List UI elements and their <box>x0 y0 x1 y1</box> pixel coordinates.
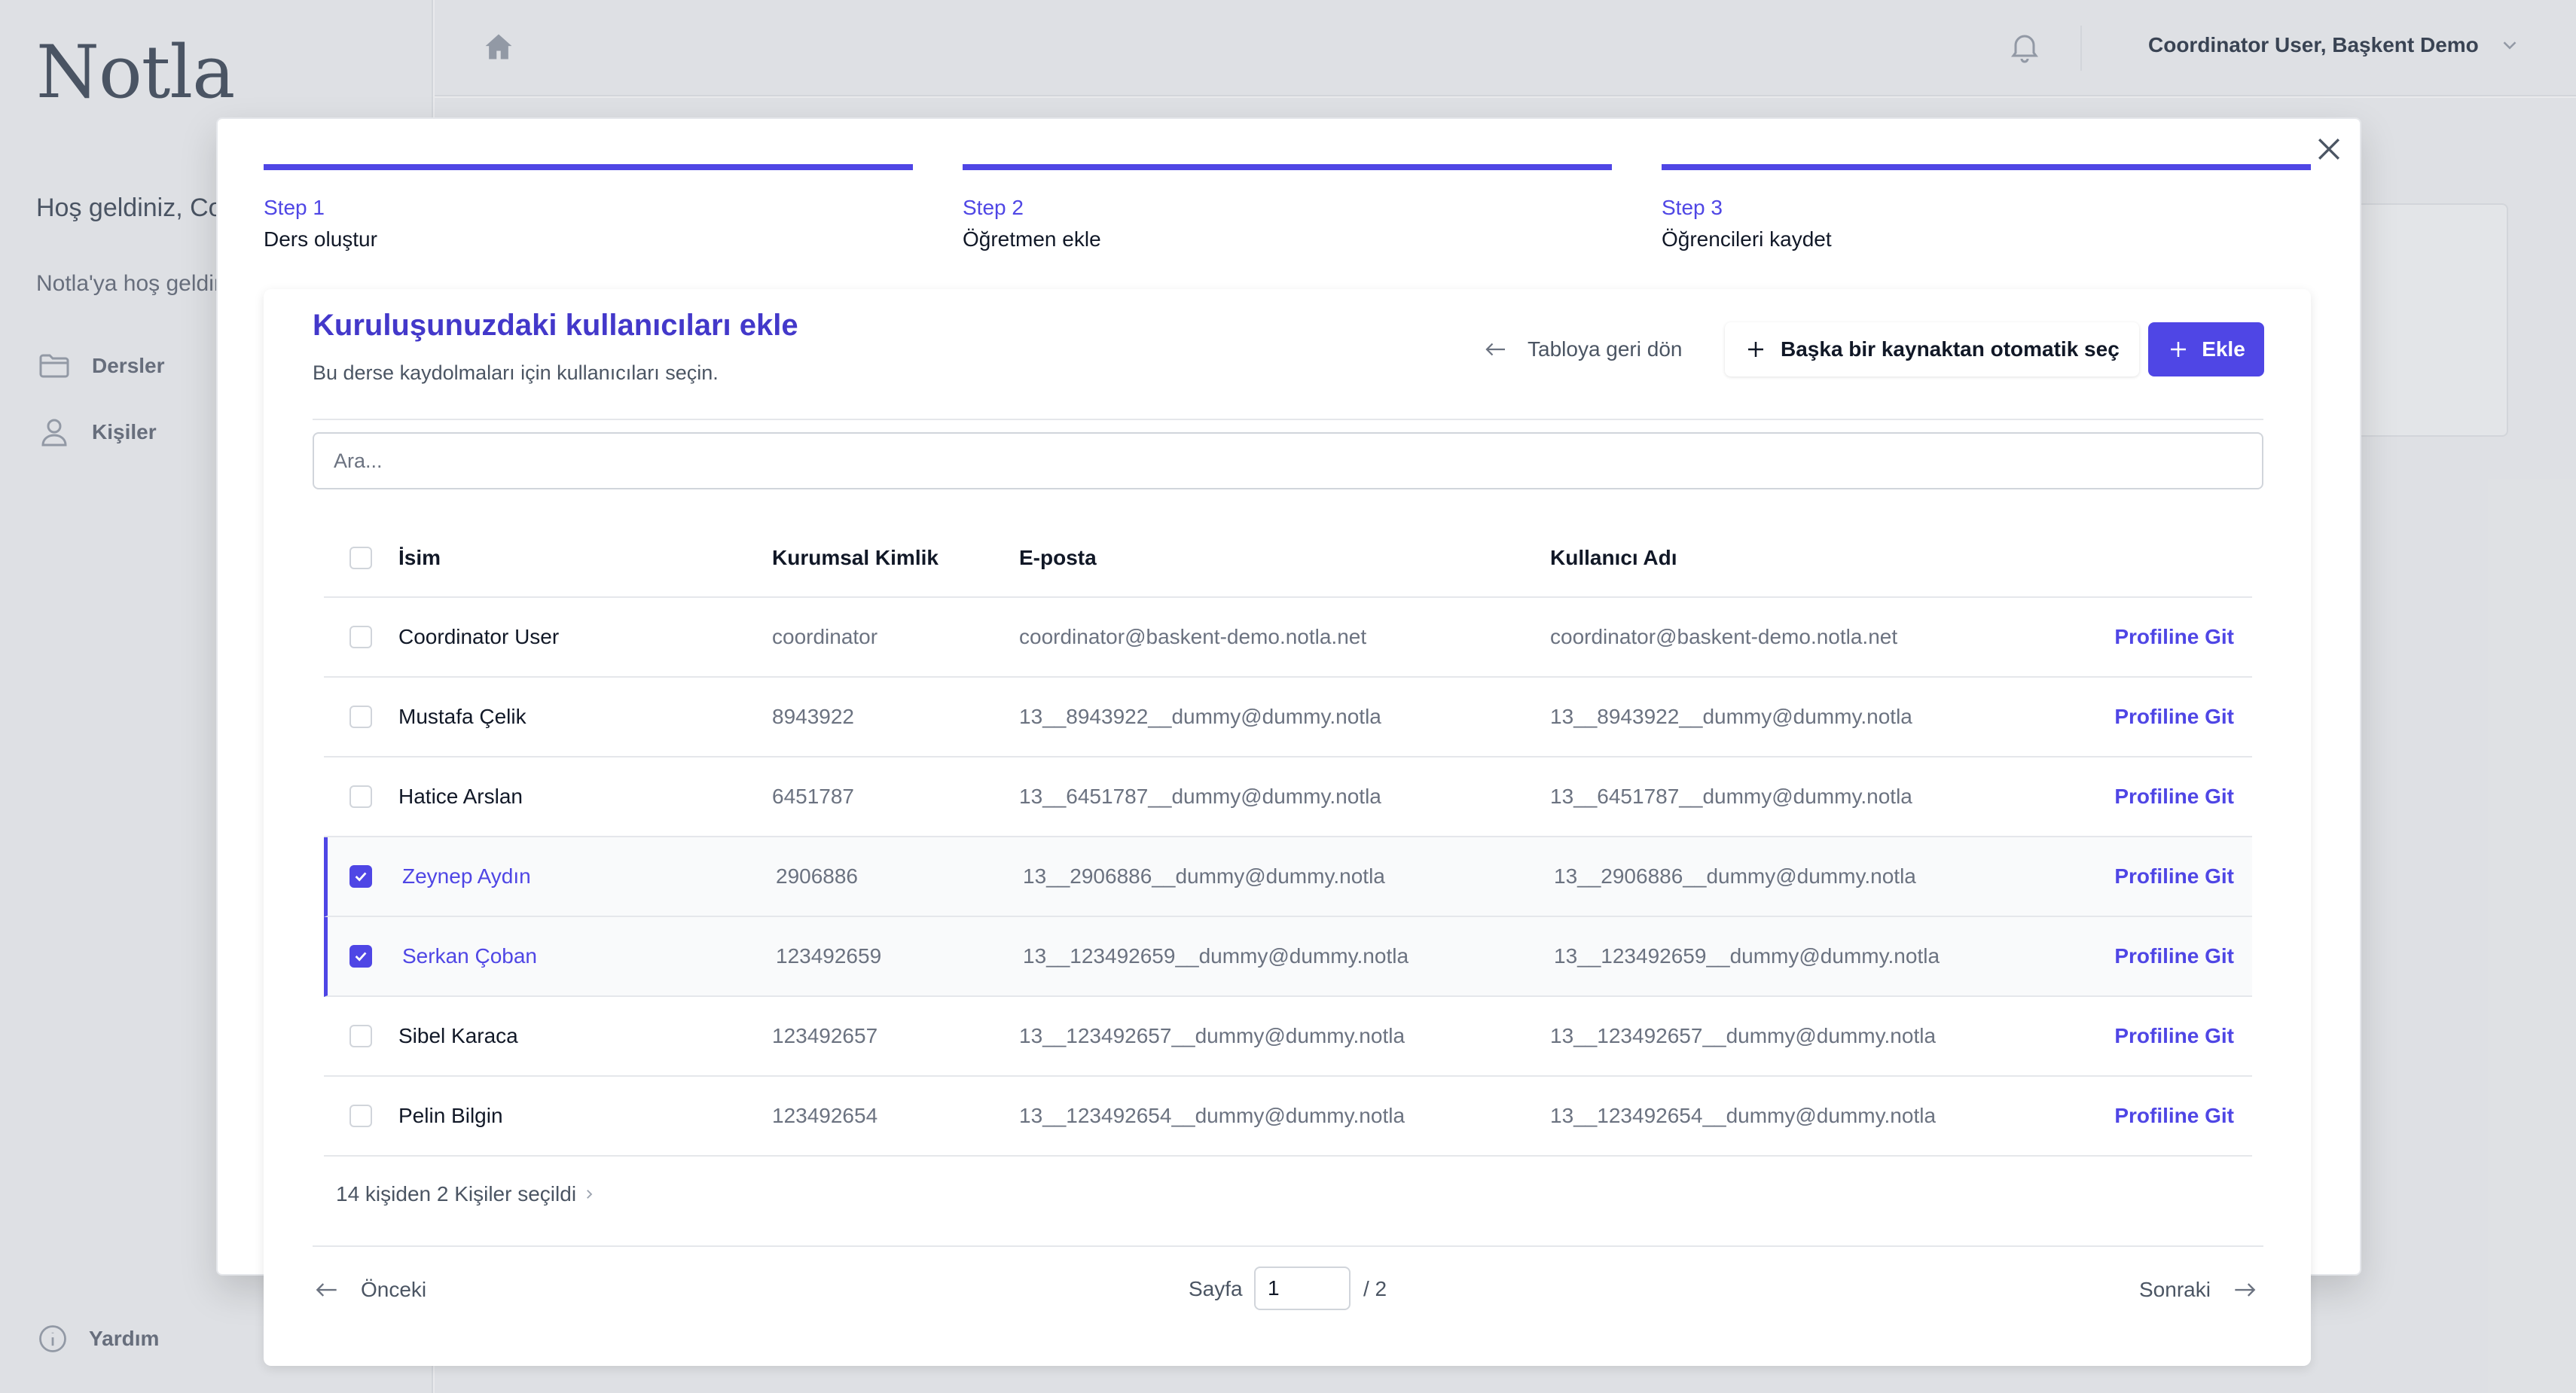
next-label: Sonraki <box>2139 1278 2211 1301</box>
close-button[interactable] <box>2312 133 2346 166</box>
cell-name: Hatice Arslan <box>398 785 523 808</box>
step-progress-bar <box>1662 164 2311 170</box>
profile-link[interactable]: Profiline Git <box>2114 785 2234 809</box>
panel-subtitle: Bu derse kaydolmaları için kullanıcıları… <box>313 361 719 384</box>
table-row[interactable]: Coordinator User coordinator coordinator@b… <box>324 598 2252 678</box>
add-button[interactable]: Ekle <box>2148 322 2264 376</box>
arrow-right-icon <box>2235 1283 2256 1297</box>
cell-email: 13__123492657__dummy@dummy.notla <box>1019 1024 1406 1047</box>
cell-name: Serkan Çoban <box>402 944 538 968</box>
cell-email: 13__8943922__dummy@dummy.notla <box>1019 705 1381 728</box>
table-row[interactable]: Sibel Karaca 123492657 13__123492657__dumm… <box>324 997 2252 1077</box>
cell-name: Mustafa Çelik <box>398 705 526 728</box>
column-header-email[interactable]: E-posta <box>1019 546 1097 570</box>
page-label: Sayfa <box>1189 1277 1243 1300</box>
auto-select-button[interactable]: Başka bir kaynaktan otomatik seç <box>1725 322 2139 376</box>
table-row[interactable]: Hatice Arslan 6451787 13__6451787__dummy@d… <box>324 757 2252 837</box>
next-page-button[interactable]: Sonraki <box>2139 1276 2259 1304</box>
step-progress-bar <box>264 164 913 170</box>
profile-link[interactable]: Profiline Git <box>2114 864 2234 889</box>
close-icon <box>2318 138 2340 160</box>
check-icon <box>355 952 367 962</box>
page-number-input[interactable] <box>1254 1267 1351 1310</box>
row-checkbox[interactable] <box>349 706 372 728</box>
profile-link[interactable]: Profiline Git <box>2114 1104 2234 1128</box>
cell-corporate-id: 6451787 <box>772 785 855 808</box>
cell-username: 13__123492654__dummy@dummy.notla <box>1550 1104 1937 1127</box>
cell-email: 13__6451787__dummy@dummy.notla <box>1019 785 1381 808</box>
cell-corporate-id: 123492654 <box>772 1104 878 1127</box>
profile-link[interactable]: Profiline Git <box>2114 705 2234 729</box>
chevron-right-icon <box>587 1190 593 1199</box>
select-all-checkbox[interactable] <box>349 547 372 569</box>
step-number: Step 1 <box>264 196 325 219</box>
arrow-left-icon <box>316 1283 337 1297</box>
cell-username: coordinator@baskent-demo.notla.net <box>1550 625 1898 648</box>
back-to-table-link[interactable]: Tabloya geri dön <box>1482 336 1682 363</box>
row-checkbox[interactable] <box>349 1105 372 1127</box>
cell-username: 13__2906886__dummy@dummy.notla <box>1554 864 1916 888</box>
profile-link[interactable]: Profiline Git <box>2114 1024 2234 1048</box>
auto-select-label: Başka bir kaynaktan otomatik seç <box>1781 337 2120 361</box>
table-row[interactable]: Zeynep Aydın 2906886 13__2906886__dummy@du… <box>324 837 2252 917</box>
footer-divider <box>313 1245 2263 1247</box>
cell-email: 13__123492659__dummy@dummy.notla <box>1023 944 1409 968</box>
panel-title: Kuruluşunuzdaki kullanıcıları ekle <box>313 309 798 342</box>
profile-link[interactable]: Profiline Git <box>2114 944 2234 968</box>
selection-summary-text: 14 kişiden 2 Kişiler seçildi <box>336 1182 577 1206</box>
cell-email: 13__2906886__dummy@dummy.notla <box>1023 864 1385 888</box>
step-number: Step 2 <box>963 196 1024 219</box>
cell-name: Pelin Bilgin <box>398 1104 503 1127</box>
selection-summary[interactable]: 14 kişiden 2 Kişiler seçildi <box>336 1182 596 1206</box>
cell-username: 13__123492659__dummy@dummy.notla <box>1554 944 1940 968</box>
cell-username: 13__123492657__dummy@dummy.notla <box>1550 1024 1937 1047</box>
search-input[interactable] <box>313 432 2263 489</box>
step-3[interactable]: Step 3 Öğrencileri kaydet <box>1662 164 2311 251</box>
back-label: Tabloya geri dön <box>1528 337 1683 361</box>
row-checkbox[interactable] <box>349 1025 372 1047</box>
profile-link[interactable]: Profiline Git <box>2114 625 2234 649</box>
cell-email: coordinator@baskent-demo.notla.net <box>1019 625 1367 648</box>
step-number: Step 3 <box>1662 196 1723 219</box>
cell-username: 13__8943922__dummy@dummy.notla <box>1550 705 1912 728</box>
row-checkbox[interactable] <box>349 945 372 968</box>
cell-name: Coordinator User <box>398 625 560 648</box>
step-1[interactable]: Step 1 Ders oluştur <box>264 164 913 251</box>
cell-corporate-id: 123492657 <box>772 1024 878 1047</box>
page-total: / 2 <box>1363 1277 1387 1300</box>
step-title: Ders oluştur <box>264 227 377 251</box>
row-checkbox[interactable] <box>349 785 372 808</box>
row-checkbox[interactable] <box>349 865 372 888</box>
step-title: Öğrencileri kaydet <box>1662 227 1832 251</box>
plus-icon <box>2171 342 2187 357</box>
previous-label: Önceki <box>361 1278 427 1301</box>
cell-name: Zeynep Aydın <box>402 864 531 888</box>
add-label: Ekle <box>2202 337 2245 361</box>
column-header-name[interactable]: İsim <box>398 546 441 570</box>
table-row[interactable]: Mustafa Çelik 8943922 13__8943922__dummy@d… <box>324 678 2252 757</box>
step-title: Öğretmen ekle <box>963 227 1101 251</box>
column-header-username[interactable]: Kullanıcı Adı <box>1550 546 1677 570</box>
table-header-row: İsim Kurumsal Kimlik E-posta Kullanıcı A… <box>324 520 2252 598</box>
arrow-left-icon <box>1485 343 1505 356</box>
table-row[interactable]: Pelin Bilgin 123492654 13__123492654__dumm… <box>324 1077 2252 1157</box>
step-2[interactable]: Step 2 Öğretmen ekle <box>963 164 1612 251</box>
header-divider <box>313 419 2263 420</box>
cell-email: 13__123492654__dummy@dummy.notla <box>1019 1104 1406 1127</box>
cell-corporate-id: 2906886 <box>776 864 859 888</box>
previous-page-button[interactable]: Önceki <box>313 1276 426 1304</box>
cell-name: Sibel Karaca <box>398 1024 518 1047</box>
cell-corporate-id: 123492659 <box>776 944 882 968</box>
cell-username: 13__6451787__dummy@dummy.notla <box>1550 785 1912 808</box>
row-checkbox[interactable] <box>349 626 372 648</box>
column-header-corporate-id[interactable]: Kurumsal Kimlik <box>772 546 939 570</box>
table-row[interactable]: Serkan Çoban 123492659 13__123492659__dumm… <box>324 917 2252 997</box>
step-progress-bar <box>963 164 1612 170</box>
users-table: İsim Kurumsal Kimlik E-posta Kullanıcı A… <box>324 520 2252 1157</box>
table-body: Coordinator User coordinator coordinator@b… <box>324 598 2252 1157</box>
check-icon <box>355 872 367 882</box>
plus-icon <box>1748 342 1763 357</box>
cell-corporate-id: coordinator <box>772 625 878 648</box>
cell-corporate-id: 8943922 <box>772 705 855 728</box>
